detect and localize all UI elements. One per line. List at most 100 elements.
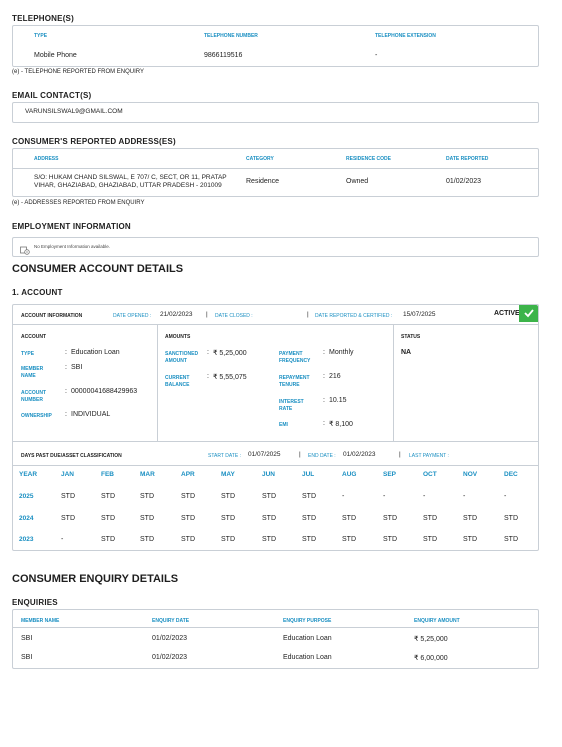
- dpd-header-oct: OCT: [423, 471, 437, 478]
- status-col-title: STATUS: [401, 334, 421, 340]
- dpd-cell: -: [383, 493, 386, 500]
- enquiry-header-member: MEMBER NAME: [21, 618, 60, 624]
- dpd-cell: STD: [383, 536, 397, 543]
- enquiry-cell: 01/02/2023: [152, 654, 188, 661]
- dpd-cell: STD: [262, 515, 276, 522]
- dpd-cell: STD: [181, 515, 195, 522]
- dpd-cell: STD: [140, 493, 154, 500]
- dpd-end-label: END DATE :: [308, 453, 336, 459]
- telephone-header-type: TYPE: [34, 33, 48, 39]
- email-box: VARUNSILSWAL9@GMAIL.COM: [12, 102, 539, 123]
- address-text: S/O: HUKAM CHAND SILSWAL, E 707/ C, SECT…: [34, 174, 227, 190]
- payment-frequency-value: Monthly: [329, 349, 354, 356]
- address-line-1: S/O: HUKAM CHAND SILSWAL, E 707/ C, SECT…: [34, 174, 227, 181]
- repayment-tenure-label: REPAYMENT TENURE: [279, 375, 310, 388]
- dpd-cell: -: [61, 536, 64, 543]
- enquiry-cell: Education Loan: [283, 654, 332, 661]
- colon: :: [207, 349, 209, 356]
- address-category: Residence: [246, 178, 280, 185]
- enquiry-header-date: ENQUIRY DATE: [152, 618, 190, 624]
- member-name-value: SBI: [71, 364, 83, 371]
- dpd-start-value: 01/07/2025: [248, 451, 281, 458]
- enquiry-details-title: CONSUMER ENQUIRY DETAILS: [12, 573, 179, 585]
- account-col-title: ACCOUNT: [21, 334, 46, 340]
- colon: :: [323, 397, 325, 404]
- dpd-cell: STD: [101, 493, 115, 500]
- active-check-icon: [519, 305, 538, 322]
- dpd-end-value: 01/02/2023: [343, 451, 376, 458]
- date-opened-label: DATE OPENED :: [113, 313, 152, 319]
- dpd-cell: STD: [221, 493, 235, 500]
- telephone-note: (e) - TELEPHONE REPORTED FROM ENQUIRY: [12, 69, 145, 75]
- dpd-cell: STD: [463, 536, 477, 543]
- account-subtitle: 1. ACCOUNT: [12, 288, 63, 297]
- address-line-2: VIHAR, GHAZIABAD, GHAZIABAD, UTTAR PRADE…: [34, 182, 222, 189]
- emi-label: EMI: [279, 422, 288, 428]
- repayment-tenure-value: 216: [329, 373, 341, 380]
- address-header-address: ADDRESS: [34, 156, 59, 162]
- dpd-last-payment-label: LAST PAYMENT :: [409, 453, 449, 459]
- header-separator-1: |: [206, 311, 208, 318]
- telephone-extension: -: [375, 52, 378, 59]
- colon: :: [65, 411, 67, 418]
- dpd-year: 2024: [19, 515, 34, 522]
- member-name-label: MEMBER NAME: [21, 366, 44, 379]
- colon: :: [323, 373, 325, 380]
- dpd-cell: STD: [342, 536, 356, 543]
- dpd-cell: STD: [302, 493, 316, 500]
- dpd-cell: -: [423, 493, 426, 500]
- dpd-cell: STD: [140, 515, 154, 522]
- dpd-cell: STD: [383, 515, 397, 522]
- email-value: VARUNSILSWAL9@GMAIL.COM: [25, 108, 123, 115]
- enquiry-table: MEMBER NAME ENQUIRY DATE ENQUIRY PURPOSE…: [12, 609, 539, 669]
- telephone-header-number: TELEPHONE NUMBER: [204, 33, 258, 39]
- emi-value: ₹ 8,100: [329, 421, 353, 428]
- dpd-header-mar: MAR: [140, 471, 155, 478]
- dpd-cell: STD: [302, 536, 316, 543]
- current-balance-label: CURRENT BALANCE: [165, 375, 190, 388]
- dpd-cell: STD: [101, 536, 115, 543]
- dpd-header-dec: DEC: [504, 471, 518, 478]
- colon: :: [207, 373, 209, 380]
- dpd-cell: -: [504, 493, 507, 500]
- dpd-separator-1b: |: [299, 451, 301, 458]
- dpd-header-feb: FEB: [101, 471, 114, 478]
- email-section-title: EMAIL CONTACT(S): [12, 91, 92, 100]
- header-separator-2: |: [307, 311, 309, 318]
- address-date-reported: 01/02/2023: [446, 178, 482, 185]
- dpd-header-jul: JUL: [302, 471, 315, 478]
- telephone-type: Mobile Phone: [34, 52, 77, 59]
- employment-message: No Employment Information available.: [34, 244, 111, 249]
- dpd-separator-2: |: [399, 451, 401, 458]
- dpd-cell: -: [463, 493, 466, 500]
- sanctioned-label: SANCTIONED AMOUNT: [165, 351, 199, 364]
- dpd-cell: STD: [302, 515, 316, 522]
- colon: :: [65, 364, 67, 371]
- dpd-cell: STD: [61, 493, 75, 500]
- colon: :: [65, 388, 67, 395]
- account-type-value: Education Loan: [71, 349, 120, 356]
- account-details-title: CONSUMER ACCOUNT DETAILS: [12, 263, 184, 275]
- date-reported-value: 15/07/2025: [403, 311, 436, 318]
- dpd-cell: STD: [140, 536, 154, 543]
- address-section-title: CONSUMER'S REPORTED ADDRESS(ES): [12, 137, 176, 146]
- ownership-value: INDIVIDUAL: [71, 411, 111, 418]
- account-type-label: TYPE: [21, 351, 35, 357]
- address-header-residence: RESIDENCE CODE: [346, 156, 392, 162]
- dpd-year: 2023: [19, 536, 34, 543]
- dpd-cell: -: [342, 493, 345, 500]
- colon: :: [323, 420, 325, 427]
- account-info-label: ACCOUNT INFORMATION: [21, 313, 83, 319]
- dpd-cell: STD: [342, 515, 356, 522]
- dpd-cell: STD: [101, 515, 115, 522]
- payment-frequency-label: PAYMENT FREQUENCY: [279, 351, 311, 364]
- enquiry-cell: Education Loan: [283, 635, 332, 642]
- dpd-header-jan: JAN: [61, 471, 75, 478]
- status-badge: ACTIVE: [494, 310, 520, 317]
- status-value: NA: [401, 349, 412, 356]
- enquiry-cell: 01/02/2023: [152, 635, 188, 642]
- enquiries-subtitle: ENQUIRIES: [12, 598, 58, 607]
- interest-rate-value: 10.15: [329, 397, 347, 404]
- dpd-cell: STD: [181, 536, 195, 543]
- dpd-header-nov: NOV: [463, 471, 478, 478]
